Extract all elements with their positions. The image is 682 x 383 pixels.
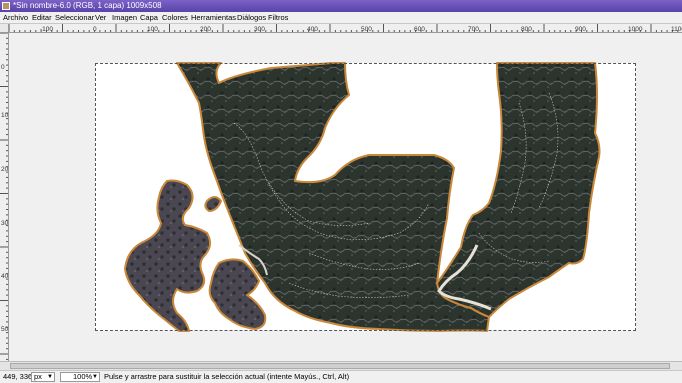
menu-editar[interactable]: Editar [32,12,52,23]
zoom-select[interactable]: 100% ▼ [60,372,100,382]
chevron-down-icon: ▼ [92,374,98,380]
terrain-left-fragment [124,179,211,332]
scrollbar-thumb[interactable] [10,363,670,369]
gimp-app-icon [2,2,10,10]
vruler-label: 200 [1,166,9,173]
menu-seleccionar[interactable]: Seleccionar [55,12,94,23]
menu-dialogos[interactable]: Diálogos [237,12,266,23]
hruler-label: 600 [414,26,425,33]
terrain-small-fragment [204,196,222,212]
horizontal-ruler[interactable]: -100 0 100 200 300 400 500 600 700 800 9… [9,24,682,33]
hruler-label: 400 [307,26,318,33]
menu-ver[interactable]: Ver [95,12,106,23]
unit-value: px [34,372,42,381]
ruler-corner[interactable] [0,24,9,33]
hruler-label: 800 [521,26,532,33]
vruler-label: 300 [1,220,9,227]
menu-herramientas[interactable]: Herramientas [191,12,236,23]
horizontal-scrollbar[interactable] [0,361,682,370]
terrain-right-region [436,62,601,318]
hruler-label: 500 [361,26,372,33]
terrain-image [124,62,601,332]
window-title: *Sin nombre-6.0 (RGB, 1 capa) 1009x508 [13,1,162,10]
menu-bar: Archivo Editar Seleccionar Ver Imagen Ca… [0,12,682,24]
hruler-label: -100 [40,26,53,33]
vertical-ruler[interactable]: 0 100 200 300 400 500 [0,33,9,361]
menu-filtros[interactable]: Filtros [268,12,288,23]
hruler-label: 1100 [671,26,682,33]
menu-capa[interactable]: Capa [140,12,158,23]
hruler-label: 0 [93,26,97,33]
status-message: Pulse y arrastre para sustituir la selec… [104,372,350,381]
hruler-label: 100 [147,26,158,33]
title-bar: *Sin nombre-6.0 (RGB, 1 capa) 1009x508 [0,0,682,12]
menu-imagen[interactable]: Imagen [112,12,137,23]
hruler-label: 300 [254,26,265,33]
hruler-label: 1000 [628,26,643,33]
hruler-label: 900 [575,26,586,33]
status-bar: 449, 336 px ▼ 100% ▼ Pulse y arrastre pa… [0,370,682,383]
chevron-down-icon: ▼ [47,374,53,380]
unit-select[interactable]: px ▼ [31,372,55,382]
vruler-label: 500 [1,326,9,333]
menu-archivo[interactable]: Archivo [3,12,28,23]
image-canvas[interactable] [9,33,682,361]
vruler-label: 0 [1,64,5,71]
zoom-value: 100% [73,372,93,381]
hruler-label: 700 [468,26,479,33]
menu-colores[interactable]: Colores [162,12,188,23]
vruler-label: 100 [1,112,9,119]
vruler-label: 400 [1,273,9,280]
pointer-coordinates: 449, 336 [3,372,33,381]
hruler-label: 200 [200,26,211,33]
